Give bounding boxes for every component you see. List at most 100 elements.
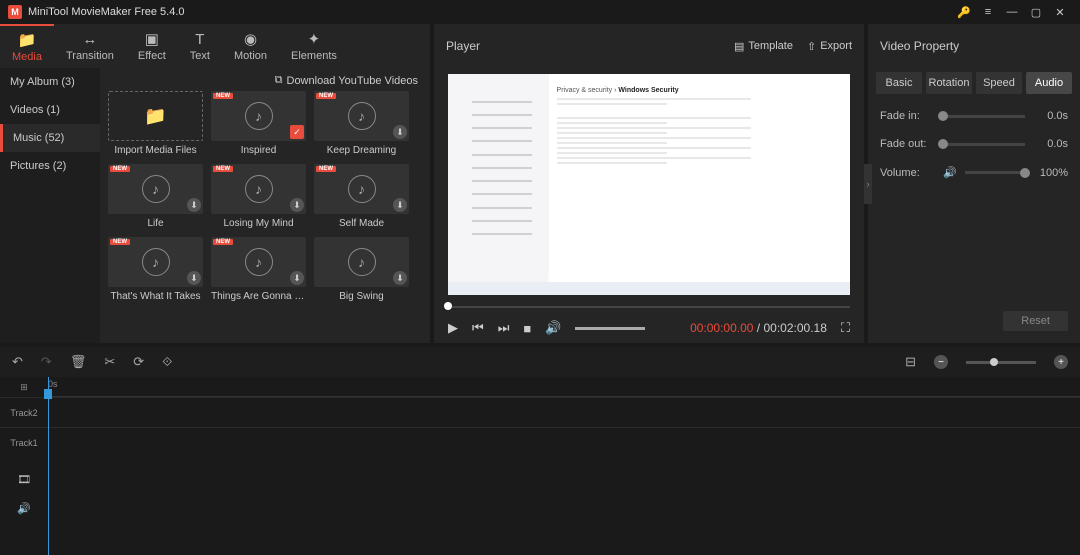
stop-button[interactable]: ■ [523,321,531,336]
sidebar-item-pictures[interactable]: Pictures (2) [0,152,100,180]
tab-elements[interactable]: ✦Elements [279,24,349,68]
template-button[interactable]: ▤Template [734,40,793,53]
tab-transition[interactable]: ↔Transition [54,24,126,68]
media-item[interactable]: ♪NEW⬇Things Are Gonna Ge... [211,237,306,306]
next-frame-button[interactable]: ⏭ [498,320,510,336]
download-icon[interactable]: ⬇ [393,198,407,212]
maximize-button[interactable]: ▢ [1024,0,1048,24]
media-item-label: Life [108,214,203,233]
property-slider[interactable] [965,171,1025,174]
key-icon[interactable]: 🔑 [952,0,976,24]
tab-text-label: Text [190,50,210,62]
export-icon: ⇧ [807,40,816,53]
sidebar-item-music[interactable]: Music (52) [0,124,100,152]
property-label: Fade out: [880,138,935,150]
split-button[interactable]: ✂ [104,354,115,370]
property-label: Volume: [880,167,935,179]
new-badge: NEW [213,239,233,245]
media-panel: 📁Media ↔Transition ▣Effect TText ◉Motion… [0,24,430,343]
minimize-button[interactable]: — [1000,0,1024,24]
tab-motion[interactable]: ◉Motion [222,24,279,68]
close-button[interactable]: ✕ [1048,0,1072,24]
download-icon[interactable]: ⬇ [393,271,407,285]
download-icon: ⧉ [275,74,283,87]
scrub-bar[interactable] [448,303,850,309]
crop-button[interactable]: ⟐ [162,354,172,370]
fit-button[interactable]: ⊟ [905,354,916,370]
volume-slider[interactable] [575,327,645,330]
music-note-icon: ♪ [348,175,376,203]
reset-button[interactable]: Reset [1003,311,1068,331]
new-badge: NEW [316,93,336,99]
sidebar-item-videos[interactable]: Videos (1) [0,96,100,124]
tab-elements-label: Elements [291,50,337,62]
tab-text[interactable]: TText [178,24,222,68]
tab-media-label: Media [12,51,42,63]
panel-collapse-handle[interactable]: › [864,164,872,204]
title-bar: M MiniTool MovieMaker Free 5.4.0 🔑 ≡ — ▢… [0,0,1080,24]
play-button[interactable]: ▶ [448,320,458,336]
export-button[interactable]: ⇧ Export [807,40,852,53]
menu-icon[interactable]: ≡ [976,0,1000,24]
media-item-label: Inspired [211,141,306,160]
download-icon[interactable]: ⬇ [393,125,407,139]
property-slider[interactable] [943,143,1025,146]
property-label: Fade in: [880,110,935,122]
tab-rotation[interactable]: Rotation [926,72,972,94]
preview-viewport[interactable]: Privacy & security › Windows Security [448,74,850,295]
prev-frame-button[interactable]: ⏮ [472,320,484,336]
tab-media[interactable]: 📁Media [0,24,54,68]
music-note-icon: ♪ [142,248,170,276]
media-item[interactable]: ♪NEW⬇Losing My Mind [211,164,306,233]
volume-icon[interactable]: 🔊 [545,320,561,336]
media-grid-area: ⧉Download YouTube Videos 📁 Import Media F… [100,68,430,343]
speed-button[interactable]: ⟳ [133,354,144,370]
folder-plus-icon: 📁 [144,106,166,127]
media-item[interactable]: ♪ NEW ⬇ Life [108,164,203,233]
property-title: Video Property [880,39,959,53]
tab-transition-label: Transition [66,50,114,62]
playhead[interactable] [48,377,49,555]
tab-basic[interactable]: Basic [876,72,922,94]
app-logo: M [8,5,22,19]
timeline[interactable]: ⊞ 0s Track2 Track1 🎞 🔊 [0,377,1080,555]
property-slider[interactable] [943,115,1025,118]
checkmark-icon: ✓ [290,125,304,139]
sidebar-item-album[interactable]: My Album (3) [0,68,100,96]
media-item-label: Things Are Gonna Ge... [211,287,306,306]
media-grid[interactable]: 📁Import Media Files♪NEW✓Inspired♪NEW⬇Kee… [100,91,430,343]
media-item[interactable]: ♪NEW⬇Self Made [314,164,409,233]
media-item[interactable]: 📁 Import Media Files [108,91,203,160]
media-item[interactable]: ♪NEW✓Inspired [211,91,306,160]
new-badge: NEW [213,166,233,172]
tab-effect[interactable]: ▣Effect [126,24,178,68]
property-row: Fade in:0.0s [880,110,1068,122]
audio-track[interactable]: 🔊 [0,501,1080,515]
delete-button[interactable]: 🗑 [70,354,87,370]
tab-speed[interactable]: Speed [976,72,1022,94]
new-badge: NEW [110,239,130,245]
media-item-label: Import Media Files [108,141,203,160]
zoom-out-button[interactable]: − [934,355,948,369]
new-badge: NEW [110,166,130,172]
media-item[interactable]: ♪⬇Big Swing [314,237,409,306]
zoom-slider[interactable] [966,361,1036,364]
redo-button[interactable]: ↷ [41,354,52,370]
media-item-label: Big Swing [314,287,409,306]
export-label: Export [820,40,852,52]
download-icon[interactable]: ⬇ [187,271,201,285]
fullscreen-button[interactable]: ⛶ [841,320,850,336]
download-icon[interactable]: ⬇ [187,198,201,212]
download-icon[interactable]: ⬇ [290,198,304,212]
zoom-in-button[interactable]: + [1054,355,1068,369]
media-item-label: Losing My Mind [211,214,306,233]
media-item[interactable]: ♪NEW⬇Keep Dreaming [314,91,409,160]
download-icon[interactable]: ⬇ [290,271,304,285]
music-note-icon: ♪ [142,175,170,203]
volume-icon[interactable]: 🔊 [943,166,957,179]
tab-audio[interactable]: Audio [1026,72,1072,94]
media-item[interactable]: ♪NEW⬇That's What It Takes [108,237,203,306]
undo-button[interactable]: ↶ [12,354,23,370]
download-youtube-link[interactable]: ⧉Download YouTube Videos [100,68,430,91]
property-row: Volume:🔊100% [880,166,1068,179]
